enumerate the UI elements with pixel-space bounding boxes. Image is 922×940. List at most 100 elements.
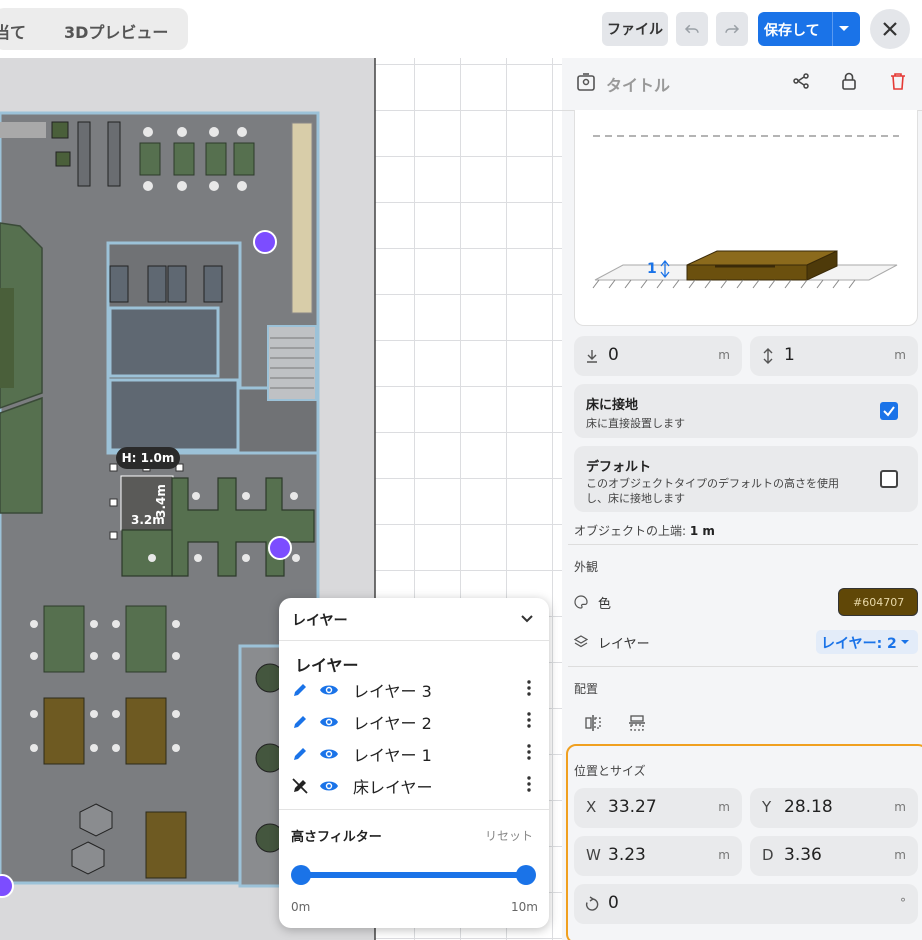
floor-grounded-checkbox[interactable] [880,402,898,420]
depth-dimension-label: 3.4m [153,484,168,518]
layer-row[interactable]: 床レイヤー [291,773,537,799]
height-icon [763,348,773,364]
layers-divider [279,809,549,810]
slider-max-handle[interactable] [516,865,536,885]
close-button[interactable] [870,9,910,49]
reset-button[interactable]: リセット [485,827,533,844]
layer-select-value: レイヤー: 2 [821,636,897,652]
properties-panel: タイトル 1 0 m 1 m 床に接地 床に直接設置します デフォルト このオブ… [562,58,922,940]
height-input[interactable]: 1 m [750,336,918,376]
save-divider [832,12,833,46]
height-value: 1 [784,345,795,365]
eye-icon[interactable] [319,682,339,698]
height-range-slider[interactable] [301,872,527,878]
width-unit: m [718,848,730,862]
layer-name: 床レイヤー [353,778,433,797]
depth-label: D [762,846,774,864]
eye-icon[interactable] [319,746,339,762]
divider [568,666,918,667]
top-bar: 当て 3Dプレビュー ファイル 保存して [0,0,922,58]
floor-grounded-desc: 床に直接設置します [586,417,685,430]
save-button[interactable]: 保存して [758,12,860,46]
rotate-icon [585,896,599,911]
more-options-icon[interactable] [527,776,531,792]
slider-max-label: 10m [511,900,538,914]
layer-label: レイヤー [598,637,650,652]
width-value: 3.23 [608,845,646,865]
layers-panel: レイヤー レイヤー レイヤー 3 レイヤー 2 レイヤー 1 床レイヤー 高さフィルタ… [279,598,549,928]
width-input[interactable]: W 3.23 m [574,836,742,876]
depth-unit: m [894,848,906,862]
undo-button[interactable] [676,12,708,46]
object-top-readout: オブジェクトの上端: 1 m [574,522,715,539]
layer-name: レイヤー 2 [353,714,432,733]
depth-input[interactable]: D 3.36 m [750,836,918,876]
height-dimension-label: H: 1.0m [116,447,180,469]
slider-min-handle[interactable] [291,865,311,885]
floor-grounded-title: 床に接地 [586,398,639,413]
rotation-value: 0 [608,893,619,913]
default-height-checkbox[interactable] [880,470,898,488]
x-input[interactable]: X 33.27 m [574,788,742,828]
more-options-icon[interactable] [527,680,531,696]
y-input[interactable]: Y 28.18 m [750,788,918,828]
flip-vertical-icon[interactable] [628,714,646,732]
default-height-option[interactable]: デフォルト このオブジェクトタイプのデフォルトの高さを使用し、床に接地します [574,446,918,512]
arrangement-section-title: 配置 [574,682,599,696]
elevation-value: 0 [608,345,619,365]
pencil-icon[interactable] [291,681,309,699]
tab-floorplan[interactable]: 当て [0,19,26,43]
height-diagram [592,135,899,289]
color-swatch[interactable]: #604707 [838,588,918,616]
layer-row[interactable]: レイヤー 3 [291,677,537,703]
eye-icon[interactable] [319,714,339,730]
position-size-title: 位置とサイズ [574,764,646,778]
tab-3d-preview[interactable]: 3Dプレビュー [64,19,168,43]
flip-horizontal-icon[interactable] [584,714,602,732]
more-options-icon[interactable] [527,744,531,760]
layers-header-divider [279,640,549,641]
redo-icon [725,24,740,34]
default-title: デフォルト [586,460,652,475]
layers-title: レイヤー [295,656,359,675]
y-unit: m [894,800,906,814]
layers-header: レイヤー [292,613,348,629]
close-icon [883,22,897,36]
default-desc: このオブジェクトタイプのデフォルトの高さを使用し、床に接地します [586,477,839,505]
edit-off-icon[interactable] [291,777,309,795]
redo-button[interactable] [716,12,748,46]
y-value: 28.18 [784,797,833,817]
caret-down-icon [901,640,909,644]
chevron-down-icon[interactable] [838,25,850,33]
layer-name: レイヤー 3 [353,682,432,701]
height-filter-label: 高さフィルター [291,830,382,845]
height-unit: m [894,348,906,362]
x-label: X [586,798,597,816]
elevation-icon [587,350,597,363]
palette-icon [574,595,588,609]
trash-icon[interactable] [890,72,906,90]
rotation-input[interactable]: 0 ° [574,884,918,924]
layer-select[interactable]: レイヤー: 2 [816,630,918,654]
pencil-icon[interactable] [291,713,309,731]
more-options-icon[interactable] [527,712,531,728]
eye-icon[interactable] [319,778,339,794]
depth-value: 3.36 [784,845,822,865]
object-title[interactable]: タイトル [606,72,670,96]
view-tabs: 当て 3Dプレビュー [0,8,188,50]
pencil-icon[interactable] [291,745,309,763]
rotation-unit: ° [900,896,906,910]
layer-name: レイヤー 1 [353,746,432,765]
layer-row[interactable]: レイヤー 2 [291,709,537,735]
layer-row[interactable]: レイヤー 1 [291,741,537,767]
color-value: #604707 [853,596,905,609]
floor-grounded-option[interactable]: 床に接地 床に直接設置します [574,384,918,438]
chevron-down-icon[interactable] [520,614,534,624]
elevation-input[interactable]: 0 m [574,336,742,376]
lock-icon[interactable] [841,72,857,90]
connect-icon[interactable] [792,72,810,90]
file-button[interactable]: ファイル [602,12,668,46]
x-unit: m [718,800,730,814]
object-top-value: 1 m [689,524,715,538]
elevation-unit: m [718,348,730,362]
